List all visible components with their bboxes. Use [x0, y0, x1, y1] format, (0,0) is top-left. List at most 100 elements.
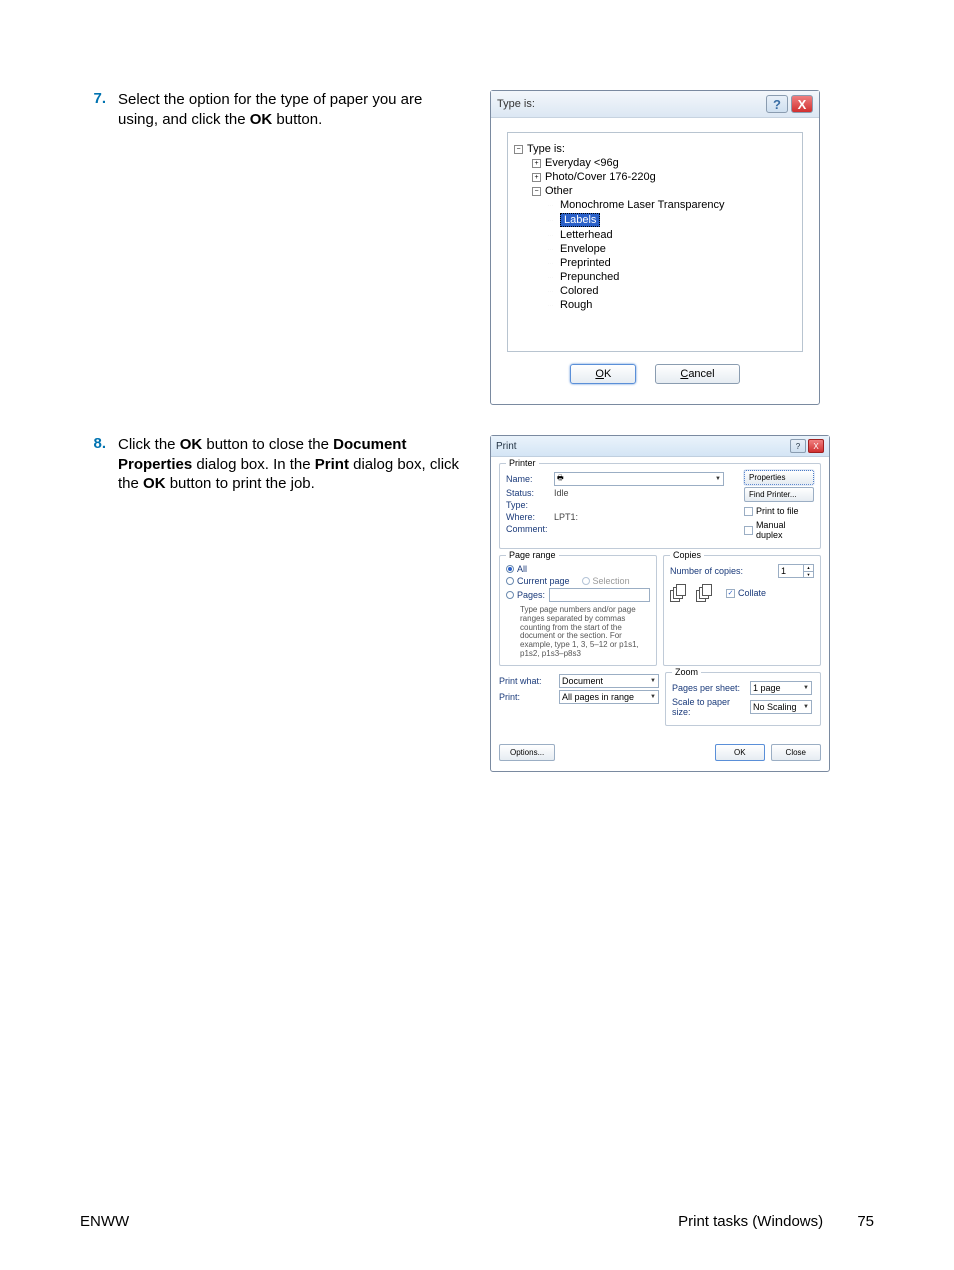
checkbox-label: Manual duplex: [756, 520, 814, 540]
properties-button[interactable]: Properties: [744, 470, 814, 485]
ok-button[interactable]: OK: [570, 364, 636, 384]
step-text-bold: OK: [180, 436, 203, 453]
footer-section: Print tasks (Windows): [678, 1213, 823, 1230]
tree-leaf[interactable]: Colored: [560, 285, 599, 297]
field-label: Name:: [506, 474, 554, 484]
tree-connector-icon: ···: [548, 303, 556, 307]
help-icon[interactable]: ?: [766, 95, 788, 113]
field-label: Print what:: [499, 676, 559, 686]
group-legend: Zoom: [672, 667, 701, 677]
field-label: Status:: [506, 488, 554, 498]
pages-input[interactable]: [549, 588, 650, 602]
group-legend: Page range: [506, 550, 559, 560]
print-dialog: Print ? X Printer Name: 🖶▼ Statu: [490, 435, 830, 772]
page-range-group: Page range All Current page Selection Pa…: [499, 555, 657, 666]
select-value: Document: [562, 676, 603, 686]
radio-label: Pages:: [517, 590, 545, 600]
expand-icon[interactable]: +: [532, 173, 541, 182]
cancel-button[interactable]: Cancel: [655, 364, 739, 384]
status-value: Idle: [554, 488, 738, 498]
scale-to-paper-select[interactable]: No Scaling▼: [750, 700, 812, 714]
field-label: Type:: [506, 500, 554, 510]
field-label: Comment:: [506, 524, 554, 534]
help-icon[interactable]: ?: [790, 439, 806, 453]
dialog-titlebar: Print ? X: [491, 436, 829, 457]
copies-input[interactable]: 1: [778, 564, 804, 578]
step-text-bold: OK: [143, 475, 166, 492]
selection-radio: [582, 577, 590, 585]
find-printer-button[interactable]: Find Printer...: [744, 487, 814, 502]
radio-label: Current page: [517, 576, 570, 586]
dialog-titlebar: Type is: ? X: [491, 91, 819, 118]
current-page-radio[interactable]: [506, 577, 514, 585]
field-label: Pages per sheet:: [672, 683, 750, 693]
close-icon[interactable]: X: [791, 95, 813, 113]
tree-node[interactable]: Photo/Cover 176-220g: [545, 171, 656, 183]
dialog-title: Type is:: [497, 98, 763, 110]
step-text-part: Click the: [118, 436, 180, 453]
options-button[interactable]: Options...: [499, 744, 555, 761]
copies-spinner[interactable]: ▲▼: [804, 564, 814, 578]
tree-node[interactable]: Other: [545, 185, 573, 197]
select-value: No Scaling: [753, 702, 797, 712]
ok-button[interactable]: OK: [715, 744, 765, 761]
tree-connector-icon: ···: [548, 218, 556, 222]
all-radio[interactable]: All: [506, 564, 650, 574]
tree-leaf[interactable]: Envelope: [560, 243, 606, 255]
print-what-select[interactable]: Document▼: [559, 674, 659, 688]
field-label: Where:: [506, 512, 554, 522]
pages-help-text: Type page numbers and/or page ranges sep…: [506, 606, 650, 659]
group-legend: Printer: [506, 458, 539, 468]
expand-icon[interactable]: +: [532, 159, 541, 168]
radio-label: Selection: [593, 576, 630, 586]
collate-icon: [696, 584, 712, 602]
paper-type-tree: −Type is: +Everyday <96g +Photo/Cover 17…: [507, 132, 803, 352]
close-button[interactable]: Close: [771, 744, 821, 761]
tree-leaf[interactable]: Monochrome Laser Transparency: [560, 199, 724, 211]
step-text-part: button.: [272, 111, 322, 128]
pages-radio[interactable]: Pages:: [506, 588, 650, 602]
checkbox-label: Collate: [738, 588, 766, 598]
step-text-bold: OK: [250, 111, 273, 128]
tree-connector-icon: ···: [548, 247, 556, 251]
tree-leaf-selected[interactable]: Labels: [560, 213, 600, 227]
radio-label: All: [517, 564, 527, 574]
step-text-part: button to close the: [202, 436, 333, 453]
step-text: Select the option for the type of paper …: [118, 90, 460, 405]
collapse-icon[interactable]: −: [532, 187, 541, 196]
checkbox-label: Print to file: [756, 506, 799, 516]
print-range-select[interactable]: All pages in range▼: [559, 690, 659, 704]
printer-name-select[interactable]: 🖶▼: [554, 472, 724, 486]
tree-connector-icon: ···: [548, 233, 556, 237]
step-text-bold: Print: [315, 456, 349, 473]
type-is-dialog: Type is: ? X −Type is: +Everyday <96g +P…: [490, 90, 820, 405]
select-value: 1 page: [753, 683, 781, 693]
step-number: 8.: [80, 435, 106, 772]
print-to-file-checkbox[interactable]: Print to file: [744, 506, 814, 516]
copies-value: 1: [781, 566, 786, 576]
collate-icon: [670, 584, 686, 602]
tree-connector-icon: ···: [548, 275, 556, 279]
where-value: LPT1:: [554, 512, 738, 522]
close-icon[interactable]: X: [808, 439, 824, 453]
tree-leaf[interactable]: Preprinted: [560, 257, 611, 269]
tree-root[interactable]: Type is:: [527, 143, 565, 155]
tree-node[interactable]: Everyday <96g: [545, 157, 619, 169]
field-label: Print:: [499, 692, 559, 702]
tree-leaf[interactable]: Prepunched: [560, 271, 619, 283]
copies-group: Copies Number of copies: 1 ▲▼ ✓Colla: [663, 555, 821, 666]
tree-connector-icon: ···: [548, 203, 556, 207]
step-text-part: dialog box. In the: [192, 456, 315, 473]
tree-connector-icon: ···: [548, 289, 556, 293]
tree-leaf[interactable]: Rough: [560, 299, 592, 311]
step-text-part: button to print the job.: [166, 475, 315, 492]
page-number: 75: [857, 1213, 874, 1230]
page-footer: ENWW Print tasks (Windows) 75: [80, 1213, 874, 1230]
step-text: Click the OK button to close the Documen…: [118, 435, 460, 772]
collapse-icon[interactable]: −: [514, 145, 523, 154]
collate-checkbox[interactable]: ✓Collate: [726, 588, 766, 598]
pages-per-sheet-select[interactable]: 1 page▼: [750, 681, 812, 695]
dialog-title: Print: [496, 441, 790, 452]
manual-duplex-checkbox[interactable]: Manual duplex: [744, 520, 814, 540]
tree-leaf[interactable]: Letterhead: [560, 229, 613, 241]
